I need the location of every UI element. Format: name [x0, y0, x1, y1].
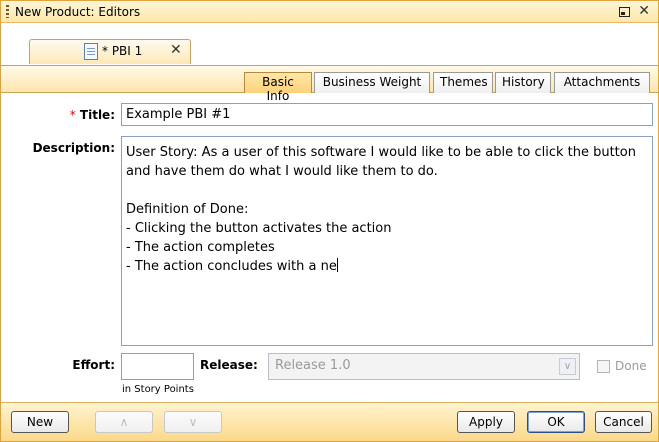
- close-tab-icon[interactable]: ✕: [170, 42, 182, 58]
- window-title: New Product: Editors: [15, 5, 141, 19]
- tab-attachments[interactable]: Attachments: [554, 72, 650, 93]
- cancel-button[interactable]: Cancel: [595, 411, 652, 433]
- required-marker: *: [69, 108, 76, 122]
- document-tab-label: * PBI 1: [102, 44, 143, 58]
- release-select[interactable]: Release 1.0 ∨: [268, 353, 580, 380]
- editor-panel: Basic Info Business Weight Themes Histor…: [1, 65, 658, 402]
- description-textarea[interactable]: User Story: As a user of this software I…: [121, 136, 653, 346]
- drag-grip-icon[interactable]: [6, 5, 9, 18]
- chevron-down-icon[interactable]: ∨: [559, 358, 576, 375]
- editor-window: New Product: Editors ✕ * PBI 1 ✕ Basic I…: [0, 0, 659, 442]
- title-label-row: * Title:: [51, 108, 115, 122]
- description-text: User Story: As a user of this software I…: [126, 145, 636, 274]
- description-label: Description:: [32, 141, 115, 155]
- tab-history[interactable]: History: [495, 72, 551, 93]
- tab-basic-info[interactable]: Basic Info: [244, 72, 312, 103]
- tab-themes[interactable]: Themes: [433, 72, 493, 93]
- ok-button[interactable]: OK: [527, 411, 585, 433]
- release-label: Release:: [200, 358, 258, 372]
- title-label: Title:: [79, 108, 115, 122]
- move-up-button[interactable]: ∧: [95, 411, 153, 433]
- document-tab-pbi[interactable]: * PBI 1 ✕: [29, 39, 191, 64]
- restore-window-icon[interactable]: [619, 7, 630, 17]
- text-caret: [336, 258, 338, 272]
- title-bar: New Product: Editors ✕: [1, 1, 658, 23]
- button-bar: New ∧ ∨ Apply OK Cancel: [1, 402, 658, 441]
- document-icon: [84, 43, 98, 60]
- new-button[interactable]: New: [11, 411, 69, 433]
- effort-label: Effort:: [72, 358, 115, 372]
- move-down-button[interactable]: ∨: [164, 411, 222, 433]
- done-label: Done: [615, 359, 647, 373]
- done-checkbox[interactable]: [597, 360, 610, 373]
- close-window-icon[interactable]: ✕: [638, 3, 650, 19]
- effort-unit-caption: in Story Points: [122, 384, 194, 395]
- release-value: Release 1.0: [275, 358, 351, 373]
- apply-button[interactable]: Apply: [457, 411, 515, 433]
- tab-business-weight[interactable]: Business Weight: [314, 72, 430, 93]
- document-tab-strip: * PBI 1 ✕: [1, 23, 658, 65]
- subtab-bar: Basic Info Business Weight Themes Histor…: [1, 66, 658, 103]
- title-field[interactable]: Example PBI #1: [121, 103, 653, 126]
- effort-field[interactable]: [121, 353, 194, 380]
